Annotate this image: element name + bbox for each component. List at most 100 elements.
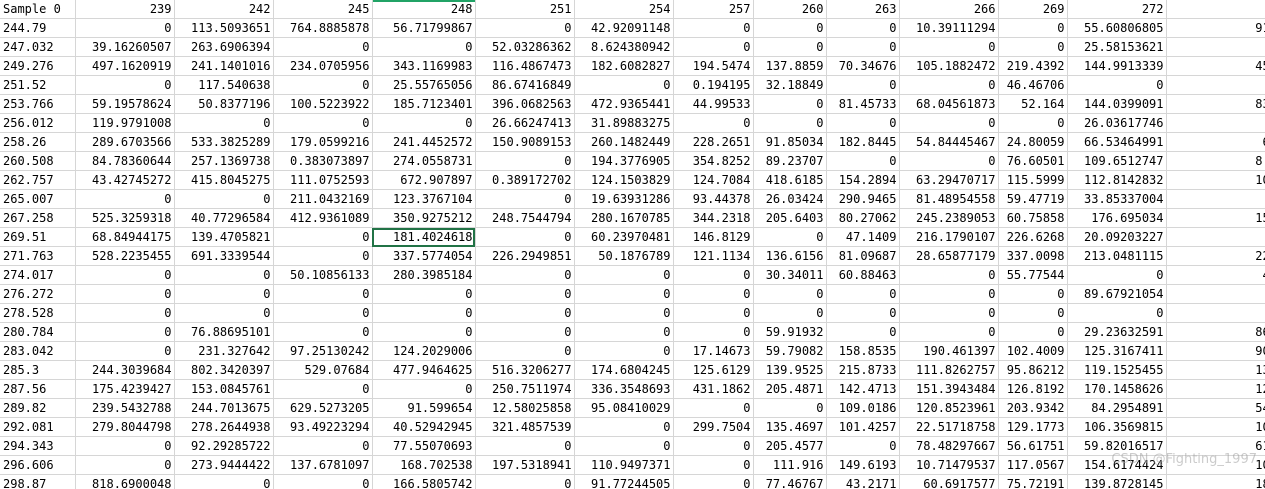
- table-cell[interactable]: 0: [826, 113, 900, 133]
- table-cell[interactable]: 109.690684: [1166, 455, 1265, 475]
- table-cell[interactable]: 244.3039684: [75, 360, 175, 380]
- table-cell[interactable]: 0: [1166, 75, 1265, 95]
- table-cell[interactable]: 239.5432788: [75, 398, 175, 418]
- table-cell[interactable]: 185.7123401: [372, 94, 476, 114]
- table-cell[interactable]: 182.6082827: [574, 56, 674, 76]
- header-cell[interactable]: 269: [998, 0, 1068, 19]
- table-cell[interactable]: 0: [273, 227, 373, 247]
- table-cell[interactable]: 472.9365441: [574, 94, 674, 114]
- table-cell[interactable]: 81.48954558: [899, 189, 999, 209]
- table-cell[interactable]: 54.3472136: [1166, 398, 1265, 418]
- header-cell[interactable]: 257: [673, 0, 754, 19]
- table-cell[interactable]: 274.017: [0, 265, 76, 285]
- table-cell[interactable]: 86.67416849: [475, 75, 575, 95]
- table-cell[interactable]: 0: [673, 474, 754, 489]
- table-cell[interactable]: 203.9342: [998, 398, 1068, 418]
- table-cell[interactable]: 0: [753, 284, 827, 304]
- header-cell[interactable]: 260: [753, 0, 827, 19]
- table-cell[interactable]: 0: [1166, 189, 1265, 209]
- table-cell[interactable]: 244.7013675: [174, 398, 274, 418]
- table-cell[interactable]: 182.8445: [826, 132, 900, 152]
- table-cell[interactable]: 10.71479537: [899, 455, 999, 475]
- table-cell[interactable]: 26.03617746: [1067, 113, 1167, 133]
- table-cell[interactable]: 56.61751: [998, 436, 1068, 456]
- table-cell[interactable]: 44.99533: [673, 94, 754, 114]
- header-cell[interactable]: 248: [372, 0, 476, 19]
- table-cell[interactable]: 244.79: [0, 18, 76, 38]
- table-cell[interactable]: 234.0705956: [273, 56, 373, 76]
- table-cell[interactable]: 0: [475, 303, 575, 323]
- table-cell[interactable]: 0: [475, 284, 575, 304]
- table-cell[interactable]: 0: [75, 341, 175, 361]
- table-cell[interactable]: 0: [273, 303, 373, 323]
- table-cell[interactable]: 213.0481115: [1067, 246, 1167, 266]
- table-cell[interactable]: 0: [826, 75, 900, 95]
- table-cell[interactable]: 0: [273, 474, 373, 489]
- table-cell[interactable]: 56.71799867: [372, 18, 476, 38]
- table-cell[interactable]: 24.80059: [998, 132, 1068, 152]
- table-cell[interactable]: 0: [1166, 37, 1265, 57]
- table-cell[interactable]: 253.766: [0, 94, 76, 114]
- table-cell[interactable]: 105.082572: [1166, 170, 1265, 190]
- table-cell[interactable]: 90.5214523: [1166, 341, 1265, 361]
- table-cell[interactable]: 59.82016517: [1067, 436, 1167, 456]
- table-cell[interactable]: 91.599654: [372, 398, 476, 418]
- table-cell[interactable]: 125.6129: [673, 360, 754, 380]
- table-cell[interactable]: 91.5777996: [1166, 18, 1265, 38]
- table-cell[interactable]: 81.09687: [826, 246, 900, 266]
- table-cell[interactable]: 0: [75, 436, 175, 456]
- table-cell[interactable]: 0: [475, 18, 575, 38]
- header-cell[interactable]: 245: [273, 0, 373, 19]
- table-cell[interactable]: 0: [673, 113, 754, 133]
- table-cell[interactable]: 0: [899, 322, 999, 342]
- header-cell[interactable]: 251: [475, 0, 575, 19]
- table-cell[interactable]: 0: [826, 151, 900, 171]
- table-cell[interactable]: 0: [372, 113, 476, 133]
- header-cell[interactable]: 275: [1166, 0, 1265, 19]
- table-cell[interactable]: 0: [574, 341, 674, 361]
- table-cell[interactable]: 418.6185: [753, 170, 827, 190]
- table-cell[interactable]: 477.9464625: [372, 360, 476, 380]
- table-cell[interactable]: 0: [826, 37, 900, 57]
- table-cell[interactable]: 337.5774054: [372, 246, 476, 266]
- table-cell[interactable]: 280.784: [0, 322, 76, 342]
- table-cell[interactable]: 818.6900048: [75, 474, 175, 489]
- table-cell[interactable]: 54.84445467: [899, 132, 999, 152]
- table-cell[interactable]: 263.6906394: [174, 37, 274, 57]
- table-cell[interactable]: 0: [1067, 303, 1167, 323]
- table-cell[interactable]: 95.86212: [998, 360, 1068, 380]
- table-cell[interactable]: 0: [75, 322, 175, 342]
- table-cell[interactable]: 109.0186: [826, 398, 900, 418]
- table-cell[interactable]: 106.3569815: [1067, 417, 1167, 437]
- table-cell[interactable]: 0: [174, 303, 274, 323]
- table-cell[interactable]: 0: [899, 37, 999, 57]
- table-cell[interactable]: 220.321114: [1166, 246, 1265, 266]
- table-cell[interactable]: 181.804049: [1166, 474, 1265, 489]
- table-cell[interactable]: 0: [174, 284, 274, 304]
- table-cell[interactable]: 271.763: [0, 246, 76, 266]
- table-cell[interactable]: 113.5093651: [174, 18, 274, 38]
- table-cell[interactable]: 260.508: [0, 151, 76, 171]
- table-cell[interactable]: 0: [475, 474, 575, 489]
- table-cell[interactable]: 525.3259318: [75, 208, 175, 228]
- table-cell[interactable]: 0: [899, 113, 999, 133]
- table-cell[interactable]: 0: [75, 303, 175, 323]
- table-cell[interactable]: 42.92091148: [574, 18, 674, 38]
- table-cell[interactable]: 337.0098: [998, 246, 1068, 266]
- table-cell[interactable]: 101.4257: [826, 417, 900, 437]
- table-cell[interactable]: 142.4713: [826, 379, 900, 399]
- table-cell[interactable]: 0: [475, 265, 575, 285]
- table-cell[interactable]: 0: [753, 113, 827, 133]
- table-cell[interactable]: 0.389172702: [475, 170, 575, 190]
- table-cell[interactable]: 153.581208: [1166, 208, 1265, 228]
- table-cell[interactable]: 0: [673, 303, 754, 323]
- table-cell[interactable]: 28.65877179: [899, 246, 999, 266]
- spreadsheet-grid[interactable]: Sample 0 239 242 245 248 251 254 257 260 263 266 26…: [0, 0, 1265, 489]
- table-cell[interactable]: 250.7511974: [475, 379, 575, 399]
- table-cell[interactable]: 43.42745272: [75, 170, 175, 190]
- table-cell[interactable]: 0: [998, 322, 1068, 342]
- table-cell[interactable]: 0: [673, 18, 754, 38]
- table-cell[interactable]: 0: [1067, 265, 1167, 285]
- table-cell[interactable]: 170.1458626: [1067, 379, 1167, 399]
- table-cell[interactable]: 112.8142832: [1067, 170, 1167, 190]
